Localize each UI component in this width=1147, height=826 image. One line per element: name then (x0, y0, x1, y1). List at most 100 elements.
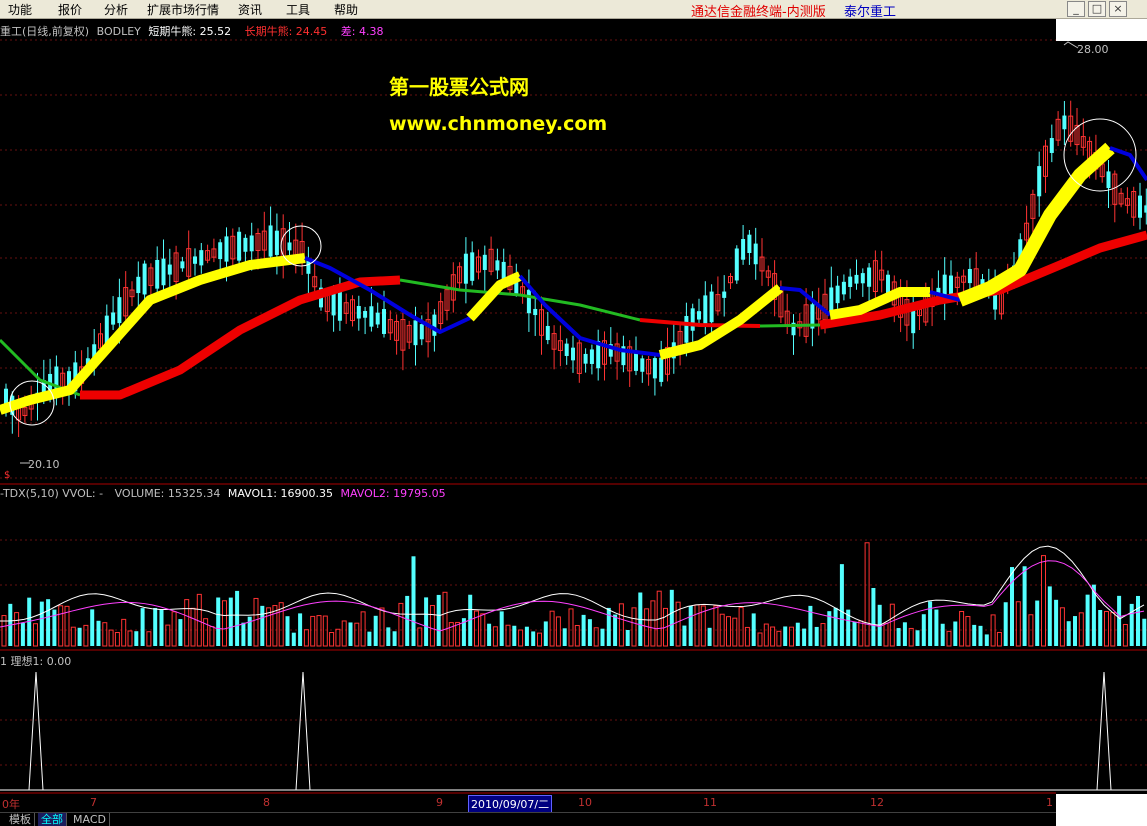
volume-bar-up (316, 615, 322, 647)
candle-down (482, 254, 487, 270)
candle-down (753, 243, 758, 265)
candle-down (684, 315, 689, 343)
volume-bar-down (562, 628, 567, 646)
candle-down (136, 276, 141, 294)
volume-bar-up (114, 632, 120, 647)
volume-bar-up (776, 630, 782, 647)
menu-analysis[interactable]: 分析 (104, 1, 128, 18)
volume-indicator: -TDX(5,10) VVOL: - (0, 487, 104, 500)
volume-bar-down (852, 621, 857, 646)
volume-bar-down (531, 631, 536, 646)
menu-news[interactable]: 资讯 (238, 1, 262, 18)
candle-down (533, 308, 538, 316)
candle-down (741, 239, 746, 260)
candle-down (243, 237, 248, 252)
volume-bar-up (726, 616, 731, 647)
volume-bar-up (618, 603, 624, 647)
tab-all[interactable]: 全部 (38, 813, 67, 826)
volume-bar-up (713, 605, 719, 647)
volume-bar-up (108, 629, 114, 647)
candle-down (237, 231, 242, 261)
volume-bar-down (1047, 586, 1052, 646)
menu-tools[interactable]: 工具 (286, 1, 310, 18)
indicator-name: BODLEY (96, 25, 141, 38)
candle-down (652, 358, 657, 379)
candle-down (571, 347, 575, 361)
candle-down (854, 274, 859, 284)
volume-bar-up (1104, 611, 1109, 647)
close-button[interactable]: × (1109, 1, 1127, 17)
volume-bar-down (940, 623, 945, 646)
volume-bar-up (864, 542, 870, 647)
x-axis-label: 10 (578, 796, 592, 809)
minimize-button[interactable]: _ (1067, 1, 1085, 17)
volume-bar-up (518, 629, 524, 647)
candle-down (199, 250, 204, 266)
volume-bar-up (1078, 612, 1084, 647)
short-term-line (466, 271, 523, 322)
x-axis-label: 0年 (2, 798, 20, 811)
long-term-line-falling (759, 323, 821, 328)
volume-bar-down (499, 611, 504, 646)
candle-down (413, 320, 418, 346)
candle-down (589, 349, 594, 364)
signal-panel-header: 1 理想1: 0.00 (0, 655, 72, 668)
candle-down (142, 263, 147, 295)
volume-bar-up (102, 622, 108, 647)
candle-down (117, 297, 122, 324)
volume-bar-down (1022, 566, 1027, 646)
candle-down (967, 269, 972, 284)
volume-bar-down (1142, 618, 1147, 646)
volume-bar-up (222, 600, 227, 647)
volume-bar-up (127, 630, 133, 647)
app-title: 通达信金融终端-内测版 (691, 5, 826, 20)
volume-bar-up (303, 629, 309, 647)
volume-bar-up (442, 591, 448, 647)
tab-macd[interactable]: MACD (70, 813, 110, 826)
volume-bar-down (543, 621, 548, 646)
tab-template[interactable]: 模板 (6, 813, 35, 826)
volume-bar-up (574, 624, 580, 647)
signal-spike (28, 671, 44, 791)
candle-down (331, 292, 336, 316)
candle-down (886, 274, 890, 294)
volume-bar-down (235, 590, 240, 646)
volume-bar-down (46, 599, 51, 646)
volume-bar-down (1035, 600, 1040, 646)
volume-panel-header: -TDX(5,10) VVOL: - VOLUME: 15325.34 MAVO… (0, 487, 446, 500)
candle-down (709, 291, 714, 323)
candle-down (1106, 171, 1111, 189)
candle-down (249, 235, 254, 252)
volume-bar-down (134, 631, 139, 646)
volume-bar-down (298, 613, 303, 646)
short-term-value: 短期牛熊: 25.52 (148, 25, 232, 38)
stock-name: 泰尔重工 (844, 5, 897, 20)
x-axis-label: 1 (1046, 796, 1053, 809)
volume-bar-up (757, 632, 763, 647)
menu-help[interactable]: 帮助 (334, 1, 358, 18)
volume-bar-down (1066, 621, 1071, 646)
volume-bar-up (1059, 607, 1065, 647)
menu-extended-market[interactable]: 扩展市场行情 (147, 1, 219, 18)
volume-bar-up (310, 615, 316, 647)
menu-quote[interactable]: 报价 (58, 1, 82, 18)
volume-bar-down (600, 628, 605, 646)
volume-bar-up (1015, 601, 1021, 647)
x-axis-label: 8 (263, 796, 270, 809)
candle-down (104, 315, 109, 344)
menu-function[interactable]: 功能 (8, 1, 32, 18)
volume-bar-up (908, 627, 914, 647)
long-term-value: 长期牛熊: 24.45 (244, 25, 328, 38)
volume-bar-down (1073, 616, 1077, 646)
volume-bar-up (1, 615, 7, 647)
volume-bar-down (291, 632, 296, 646)
volume-bar-up (146, 631, 152, 647)
restore-button[interactable]: □ (1088, 1, 1106, 17)
volume-bar-up (959, 610, 965, 647)
volume-bar-up (763, 623, 769, 647)
volume-bar-up (858, 620, 864, 647)
candle-down (703, 295, 708, 327)
volume-bar-up (184, 599, 190, 647)
candle-down (155, 259, 160, 289)
candle-down (564, 343, 569, 356)
